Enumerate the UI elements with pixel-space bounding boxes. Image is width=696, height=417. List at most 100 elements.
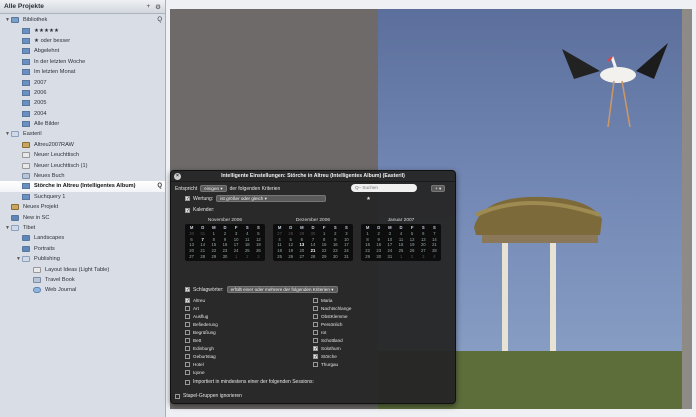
- keyword-checkbox[interactable]: [185, 337, 190, 343]
- keyword-checkbox[interactable]: [313, 329, 318, 335]
- photo-preview-right[interactable]: [682, 9, 692, 409]
- calendar-day[interactable]: 30: [330, 254, 341, 260]
- tree-item[interactable]: Im letzten Monat: [0, 67, 165, 77]
- calendar-day[interactable]: 2: [242, 254, 253, 260]
- tree-item[interactable]: 2004: [0, 109, 165, 119]
- import-checkbox[interactable]: [185, 379, 190, 385]
- search-input[interactable]: Q– Suchen: [351, 184, 417, 192]
- tree-item[interactable]: 2007: [0, 77, 165, 87]
- tree-item[interactable]: Suchquery 1: [0, 192, 165, 202]
- keyword-item[interactable]: Begrüßung: [185, 328, 307, 336]
- keyword-checkbox[interactable]: [313, 337, 318, 343]
- keyword-checkbox[interactable]: [313, 361, 318, 367]
- tree-item[interactable]: In der letzten Woche: [0, 57, 165, 67]
- calendar-day[interactable]: 29: [208, 254, 219, 260]
- keyword-item[interactable]: Edinburgh: [185, 344, 307, 352]
- add-rule-button[interactable]: +: [431, 184, 446, 192]
- keyword-checkbox[interactable]: [185, 321, 190, 327]
- disclosure-open-icon[interactable]: ▼: [4, 17, 11, 23]
- calendar-day[interactable]: 1: [231, 254, 242, 260]
- tree-item[interactable]: Travel Book: [0, 275, 165, 285]
- match-popup[interactable]: einigen: [200, 185, 227, 192]
- tree-item[interactable]: Landscapes: [0, 233, 165, 243]
- keyword-checkbox[interactable]: [185, 345, 190, 351]
- calendar-day[interactable]: 3: [418, 254, 429, 260]
- tree-item[interactable]: New in SC: [0, 212, 165, 222]
- keyword-checkbox[interactable]: ✓: [185, 297, 190, 303]
- keyword-checkbox[interactable]: [185, 313, 190, 319]
- tree-item[interactable]: Neues Projekt: [0, 202, 165, 212]
- tree-item[interactable]: ▼ Bibliothek Q: [0, 15, 165, 25]
- calendar-day[interactable]: 30: [219, 254, 230, 260]
- keywords-operator-popup[interactable]: erfüllt einer oder mehrere der folgenden…: [226, 286, 338, 293]
- calendar-day[interactable]: 30: [373, 254, 384, 260]
- stack-checkbox[interactable]: [175, 393, 180, 399]
- calendar-day[interactable]: 27: [186, 254, 197, 260]
- tree-item[interactable]: Portraits: [0, 244, 165, 254]
- search-icon[interactable]: Q: [157, 17, 162, 23]
- tree-item[interactable]: ▼ Publishing: [0, 254, 165, 264]
- calendar-day[interactable]: 2: [407, 254, 418, 260]
- add-icon[interactable]: +: [146, 3, 150, 10]
- calendar-day[interactable]: 31: [341, 254, 352, 260]
- search-icon[interactable]: Q: [157, 183, 162, 189]
- disclosure-open-icon[interactable]: ▼: [4, 131, 11, 137]
- calendar-day[interactable]: 29: [319, 254, 330, 260]
- disclosure-open-icon[interactable]: ▼: [15, 256, 22, 262]
- keyword-checkbox[interactable]: [313, 305, 318, 311]
- keyword-checkbox[interactable]: ✓: [313, 353, 318, 359]
- tree-item[interactable]: Neues Buch: [0, 171, 165, 181]
- keyword-checkbox[interactable]: [313, 321, 318, 327]
- rating-checkbox[interactable]: ✓: [185, 196, 190, 202]
- tree-item[interactable]: Neuer Leuchttisch: [0, 150, 165, 160]
- keyword-checkbox[interactable]: ✓: [313, 345, 318, 351]
- tree-item[interactable]: ▼ Easteril: [0, 129, 165, 139]
- keyword-item[interactable]: Befiederung: [185, 320, 307, 328]
- calendar-day[interactable]: 27: [296, 254, 307, 260]
- keyword-item[interactable]: Persönlich: [313, 320, 435, 328]
- tree-item[interactable]: Altreu2007RAW: [0, 140, 165, 150]
- tree-item[interactable]: ▼ Tibet: [0, 223, 165, 233]
- keyword-checkbox[interactable]: [313, 313, 318, 319]
- disclosure-open-icon[interactable]: ▼: [4, 225, 11, 231]
- keyword-checkbox[interactable]: [185, 305, 190, 311]
- keyword-item[interactable]: Thurgau: [313, 360, 435, 368]
- projects-popup[interactable]: Alle Projekte: [4, 3, 141, 10]
- gear-icon[interactable]: ⚙: [155, 3, 161, 11]
- rating-operator-popup[interactable]: ist größer oder gleich: [216, 195, 327, 202]
- keyword-checkbox[interactable]: [313, 297, 318, 303]
- keyword-item[interactable]: Schottland: [313, 336, 435, 344]
- tree-item[interactable]: Layout Ideas (Light Table): [0, 264, 165, 274]
- calendar-day[interactable]: 25: [274, 254, 285, 260]
- calendar-day[interactable]: 3: [253, 254, 264, 260]
- keyword-item[interactable]: Hotel: [185, 360, 307, 368]
- tree-item[interactable]: ★ oder besser: [0, 36, 165, 46]
- tree-item[interactable]: 2006: [0, 88, 165, 98]
- tree-item[interactable]: Störche in Altreu (Intelligentes Album) Q: [0, 181, 165, 192]
- tree-item[interactable]: 2005: [0, 98, 165, 108]
- keyword-item[interactable]: Maria: [313, 296, 435, 304]
- tree-item[interactable]: Neuer Leuchttisch (1): [0, 160, 165, 170]
- keyword-checkbox[interactable]: [185, 353, 190, 359]
- keyword-checkbox[interactable]: [185, 369, 190, 375]
- tree-item[interactable]: Alle Bilder: [0, 119, 165, 129]
- keyword-item[interactable]: Ausflug: [185, 312, 307, 320]
- calendar-day[interactable]: 31: [384, 254, 395, 260]
- tree-item[interactable]: ★★★★★: [0, 25, 165, 35]
- calendar-day[interactable]: 28: [307, 254, 318, 260]
- keyword-item[interactable]: Geburtstag: [185, 352, 307, 360]
- calendar-checkbox[interactable]: ✓: [185, 207, 190, 213]
- close-icon[interactable]: ×: [174, 173, 181, 180]
- keyword-checkbox[interactable]: [185, 361, 190, 367]
- keywords-checkbox[interactable]: ✓: [185, 287, 190, 293]
- keyword-item[interactable]: ✓ Altreu: [185, 296, 307, 304]
- tree-item[interactable]: Abgelehnt: [0, 46, 165, 56]
- calendar-day[interactable]: 4: [429, 254, 440, 260]
- calendar-day[interactable]: 1: [395, 254, 406, 260]
- keyword-item[interactable]: rot: [313, 328, 435, 336]
- keyword-item[interactable]: Art: [185, 304, 307, 312]
- keyword-item[interactable]: Nachtschlange: [313, 304, 435, 312]
- tree-item[interactable]: Web Journal: [0, 285, 165, 295]
- keyword-item[interactable]: ObstKlemme: [313, 312, 435, 320]
- calendar-day[interactable]: 26: [285, 254, 296, 260]
